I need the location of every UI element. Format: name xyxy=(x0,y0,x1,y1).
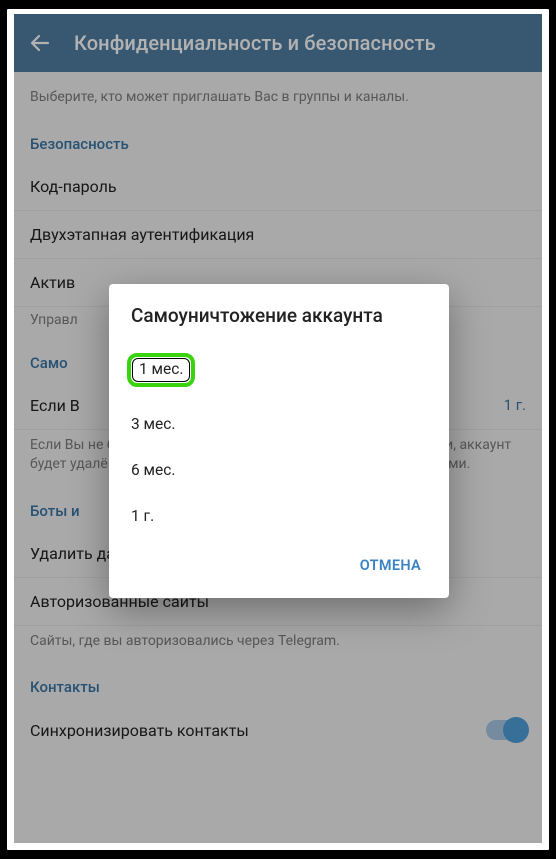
self-destruct-dialog: Самоуничтожение аккаунта 1 мес. 3 мес. 6… xyxy=(109,284,449,598)
option-label: 6 мес. xyxy=(131,461,175,479)
dialog-option-6mo[interactable]: 6 мес. xyxy=(109,447,449,493)
option-label: 3 мес. xyxy=(131,415,175,433)
dialog-actions: ОТМЕНА xyxy=(109,539,449,590)
dialog-title: Самоуничтожение аккаунта xyxy=(109,304,449,339)
dialog-option-1mo[interactable]: 1 мес. xyxy=(109,339,449,401)
option-label: 1 мес. xyxy=(127,353,195,387)
cancel-button[interactable]: ОТМЕНА xyxy=(350,549,431,582)
option-label: 1 г. xyxy=(131,507,154,525)
dialog-option-1y[interactable]: 1 г. xyxy=(109,493,449,539)
dialog-option-3mo[interactable]: 3 мес. xyxy=(109,401,449,447)
